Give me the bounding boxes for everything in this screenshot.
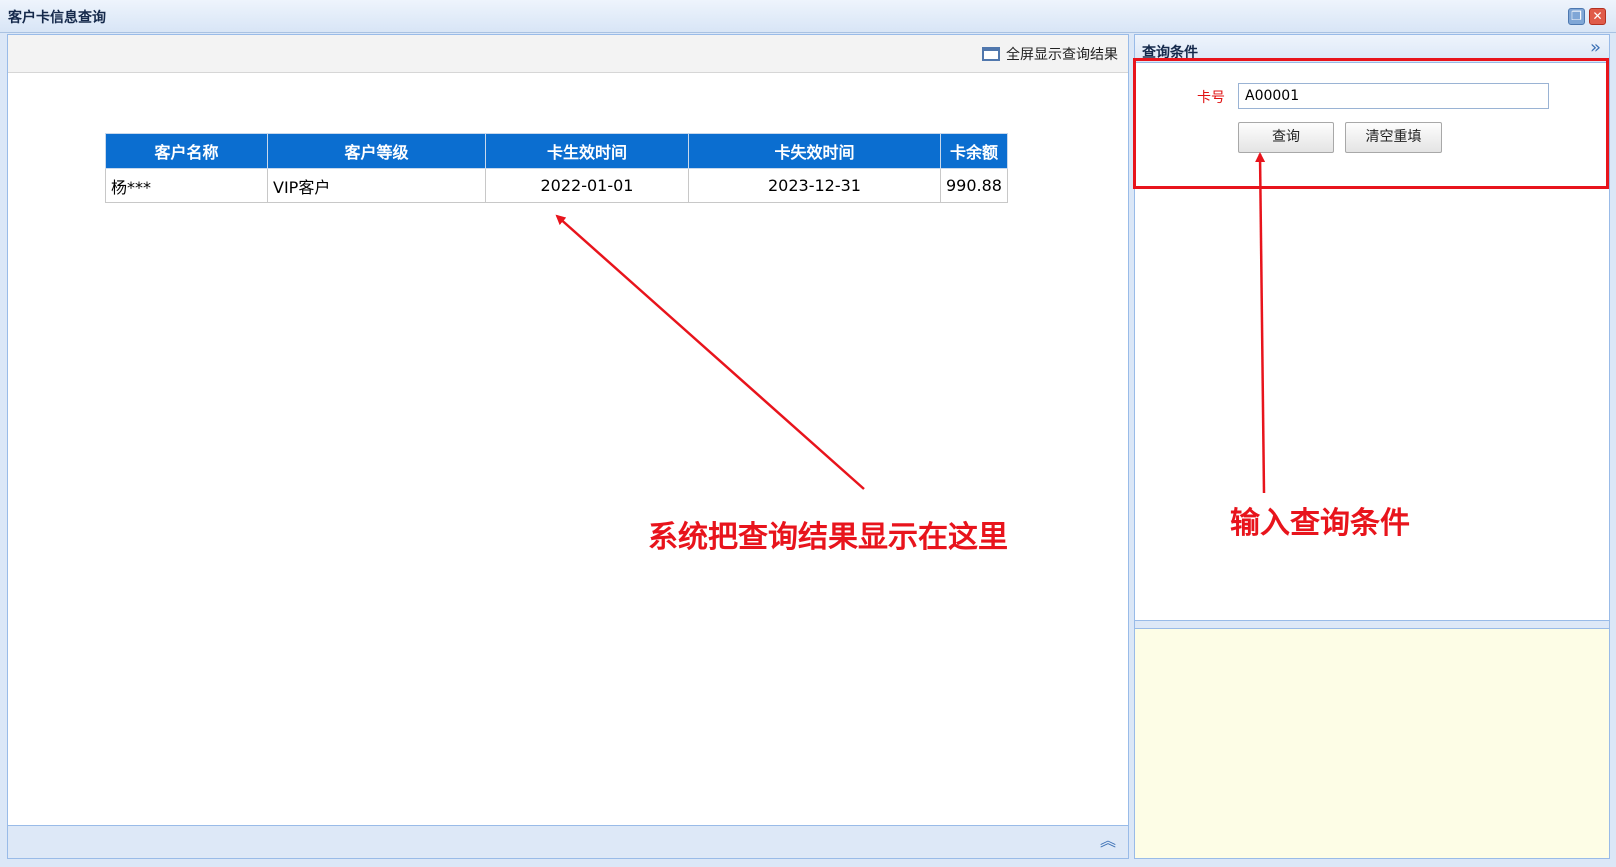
column-header-customer-level[interactable]: 客户等级: [267, 133, 486, 169]
hint-area: [1135, 629, 1609, 858]
column-header-effective-date[interactable]: 卡生效时间: [485, 133, 689, 169]
annotation-input-note: 输入查询条件: [1230, 506, 1410, 541]
panel-splitter[interactable]: [1135, 620, 1609, 629]
column-header-customer-name[interactable]: 客户名称: [105, 133, 268, 169]
table-header-row: 客户名称 客户等级 卡生效时间 卡失效时间 卡余额: [105, 133, 1008, 169]
window-title-bar: 客户卡信息查询 ❐ ✕: [0, 0, 1616, 33]
results-footer: ︽: [8, 825, 1128, 858]
cell-effective-date: 2022-01-01: [485, 168, 689, 203]
window-title: 客户卡信息查询: [8, 10, 106, 26]
results-panel: 全屏显示查询结果 客户名称 客户等级 卡生效时间 卡失效时间 卡余额 杨*** …: [7, 34, 1129, 859]
results-toolbar: 全屏显示查询结果: [8, 35, 1128, 73]
cell-expiry-date: 2023-12-31: [688, 168, 941, 203]
fullscreen-label: 全屏显示查询结果: [1006, 47, 1118, 63]
cell-customer-name: 杨***: [105, 168, 268, 203]
column-header-balance[interactable]: 卡余额: [940, 133, 1008, 169]
results-table: 客户名称 客户等级 卡生效时间 卡失效时间 卡余额 杨*** VIP客户 202…: [105, 133, 1008, 203]
highlight-box: [1133, 58, 1609, 189]
close-window-icon[interactable]: ✕: [1589, 8, 1606, 25]
table-row[interactable]: 杨*** VIP客户 2022-01-01 2023-12-31 990.88: [105, 168, 1008, 203]
collapse-right-icon[interactable]: »: [1590, 39, 1601, 57]
annotation-results-note: 系统把查询结果显示在这里: [648, 520, 1008, 555]
cell-balance: 990.88: [940, 168, 1008, 203]
collapse-up-icon[interactable]: ︽: [1100, 832, 1116, 850]
fullscreen-icon: [982, 47, 1000, 61]
cell-customer-level: VIP客户: [267, 168, 486, 203]
fullscreen-results-button[interactable]: 全屏显示查询结果: [982, 44, 1118, 64]
restore-window-icon[interactable]: ❐: [1568, 8, 1585, 25]
column-header-expiry-date[interactable]: 卡失效时间: [688, 133, 941, 169]
